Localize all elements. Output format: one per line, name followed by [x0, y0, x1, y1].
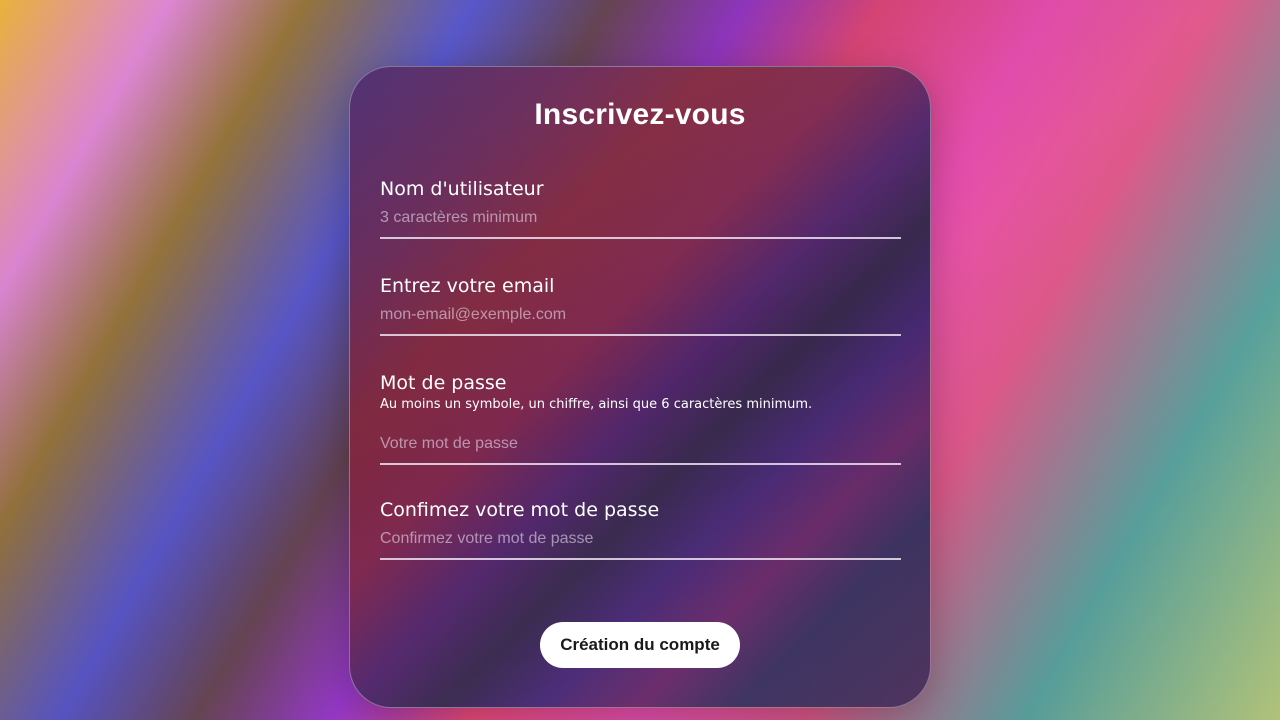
password-hint: Au moins un symbole, un chiffre, ainsi q… — [380, 397, 813, 412]
confirm-password-label: Confimez votre mot de passe — [380, 499, 660, 521]
username-input[interactable] — [380, 201, 901, 239]
password-label: Mot de passe — [380, 372, 507, 394]
email-field-group: Entrez votre email — [380, 274, 901, 336]
username-field-group: Nom d'utilisateur — [380, 177, 901, 239]
email-input[interactable] — [380, 298, 901, 336]
create-account-button[interactable]: Création du compte — [540, 622, 740, 668]
password-field-group: Mot de passe Au moins un symbole, un chi… — [380, 371, 901, 465]
signup-card: Inscrivez-vous Nom d'utilisateur Entrez … — [349, 66, 931, 708]
confirm-password-field-group: Confimez votre mot de passe — [380, 498, 901, 560]
form-title: Inscrivez-vous — [534, 98, 746, 131]
confirm-password-input[interactable] — [380, 522, 901, 560]
username-label: Nom d'utilisateur — [380, 178, 544, 200]
email-label: Entrez votre email — [380, 275, 555, 297]
password-input[interactable] — [380, 427, 901, 465]
signup-form: Inscrivez-vous Nom d'utilisateur Entrez … — [350, 67, 930, 668]
